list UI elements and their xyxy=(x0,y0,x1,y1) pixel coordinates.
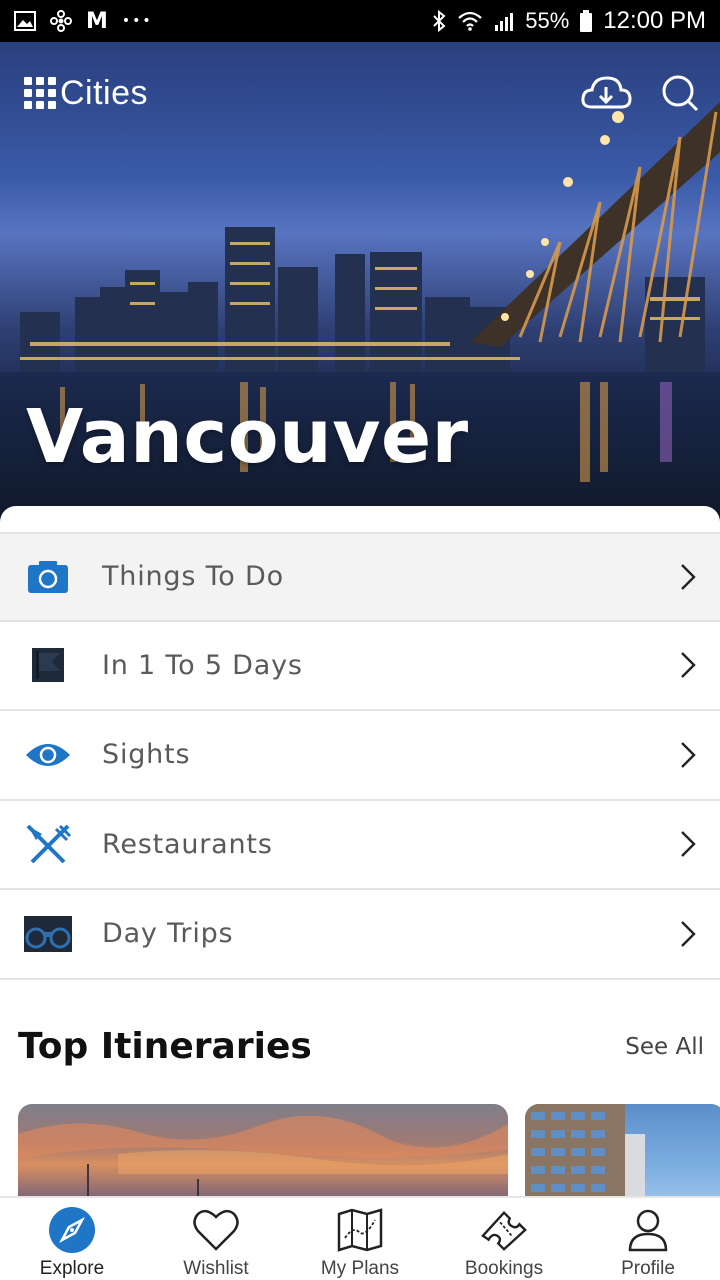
eye-icon xyxy=(24,731,72,779)
nav-explore[interactable]: Explore xyxy=(0,1198,144,1280)
clock: 12:00 PM xyxy=(603,7,706,34)
menu-item-label: Day Trips xyxy=(102,918,234,950)
flag-icon xyxy=(24,641,72,689)
menu-item-day-trips[interactable]: Day Trips xyxy=(0,890,720,980)
nav-label: Bookings xyxy=(464,1258,544,1279)
fan-notification-icon xyxy=(50,10,72,32)
nav-profile[interactable]: Profile xyxy=(576,1198,720,1280)
more-notifications: ••• xyxy=(121,13,153,29)
menu-item-label: Restaurants xyxy=(102,828,273,860)
gallery-notification-icon xyxy=(14,11,36,31)
battery-icon xyxy=(580,10,593,32)
city-hero: Cities Vancouver xyxy=(0,42,720,522)
app-name: Cities xyxy=(60,73,149,112)
signal-icon xyxy=(495,13,514,31)
menu-item-in-1-to-5-days[interactable]: In 1 To 5 Days xyxy=(0,622,720,711)
nav-label: Wishlist xyxy=(183,1258,249,1279)
content-sheet: Things To Do In 1 To 5 Days Sights Resta… xyxy=(0,506,720,1196)
compass-icon xyxy=(47,1206,97,1254)
camera-icon xyxy=(24,553,72,601)
sunset-photo xyxy=(18,1115,508,1196)
itineraries-header: Top Itineraries See All xyxy=(18,1026,704,1067)
gmail-notification-icon: M xyxy=(86,8,108,34)
cloud-download-icon[interactable] xyxy=(580,73,632,113)
status-left: M ••• xyxy=(14,9,153,34)
menu-item-restaurants[interactable]: Restaurants xyxy=(0,801,720,890)
itinerary-card[interactable] xyxy=(525,1104,720,1196)
bluetooth-icon xyxy=(433,9,446,33)
wifi-icon xyxy=(458,11,482,31)
menu-item-label: In 1 To 5 Days xyxy=(102,649,303,681)
bottom-navigation: Explore Wishlist My Plans Bookings Profi… xyxy=(0,1196,720,1280)
chevron-right-icon xyxy=(681,563,696,590)
nav-my-plans[interactable]: My Plans xyxy=(288,1198,432,1280)
map-icon xyxy=(335,1206,385,1254)
nav-label: Profile xyxy=(621,1258,675,1279)
nav-wishlist[interactable]: Wishlist xyxy=(144,1198,288,1280)
ticket-icon xyxy=(479,1206,529,1254)
nav-label: My Plans xyxy=(320,1258,400,1279)
menu-item-label: Things To Do xyxy=(102,561,284,593)
section-title: Top Itineraries xyxy=(18,1026,312,1067)
profile-icon xyxy=(623,1206,673,1254)
chevron-right-icon xyxy=(681,741,696,768)
menu-item-sights[interactable]: Sights xyxy=(0,711,720,801)
itinerary-carousel xyxy=(18,1104,720,1196)
header-actions xyxy=(580,73,700,113)
see-all-link[interactable]: See All xyxy=(625,1034,704,1060)
chevron-right-icon xyxy=(681,920,696,947)
menu-item-label: Sights xyxy=(102,739,191,771)
status-right: 55% 12:00 PM xyxy=(431,7,706,35)
hero-topbar: Cities xyxy=(24,68,700,118)
nav-label: Explore xyxy=(39,1258,105,1279)
fork-knife-icon xyxy=(24,820,72,868)
chevron-right-icon xyxy=(681,652,696,679)
search-icon[interactable] xyxy=(660,73,700,113)
category-menu: Things To Do In 1 To 5 Days Sights Resta… xyxy=(0,532,720,980)
binoculars-icon xyxy=(24,910,72,958)
battery-percent: 55% xyxy=(525,8,570,33)
app-logo[interactable]: Cities xyxy=(24,74,148,113)
city-title: Vancouver xyxy=(26,394,469,480)
grid-logo-icon xyxy=(24,77,56,109)
chevron-right-icon xyxy=(681,831,696,858)
status-bar: M ••• 55% 12:00 PM xyxy=(0,0,720,42)
itinerary-card[interactable] xyxy=(18,1104,508,1196)
heart-icon xyxy=(191,1206,241,1254)
menu-item-things-to-do[interactable]: Things To Do xyxy=(0,532,720,622)
nav-bookings[interactable]: Bookings xyxy=(432,1198,576,1280)
building-photo xyxy=(525,1104,645,1196)
